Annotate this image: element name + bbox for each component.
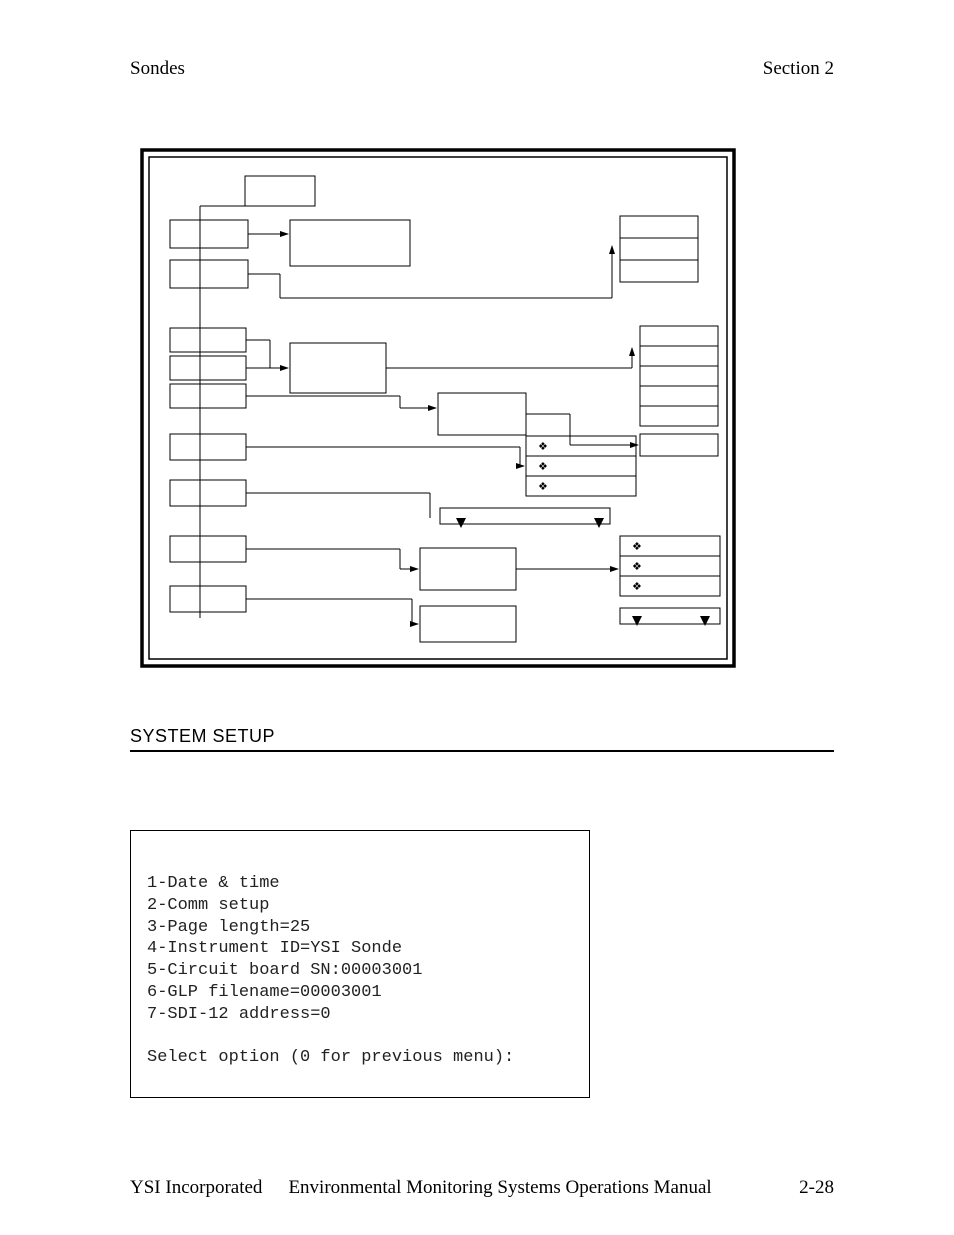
header-right: Section 2 [763,58,834,80]
menu-line-3: 3-Page length=25 [147,918,310,937]
menu-line-5: 5-Circuit board SN:00003001 [147,961,422,980]
menu-line-1: 1-Date & time [147,874,280,893]
menu-line-4: 4-Instrument ID=YSI Sonde [147,939,402,958]
system-setup-menu: 1-Date & time 2-Comm setup 3-Page length… [130,830,590,1098]
menu-line-7: 7-SDI-12 address=0 [147,1005,331,1024]
svg-text:❖: ❖ [538,481,548,493]
menu-line-2: 2-Comm setup [147,896,269,915]
svg-text:❖: ❖ [632,541,642,553]
svg-text:❖: ❖ [538,441,548,453]
menu-prompt: Select option (0 for previous menu): [147,1048,514,1067]
page-header: Sondes Section 2 [130,58,834,80]
svg-text:❖: ❖ [632,561,642,573]
footer-manual: Environmental Monitoring Systems Operati… [288,1177,711,1199]
svg-text:❖: ❖ [632,581,642,593]
footer-page-number: 2-28 [799,1177,834,1199]
header-left: Sondes [130,58,185,80]
footer-company: YSI Incorporated [130,1177,262,1199]
menu-line-6: 6-GLP filename=00003001 [147,983,382,1002]
section-heading: SYSTEM SETUP [130,726,834,752]
page-footer: YSI Incorporated Environmental Monitorin… [130,1177,834,1199]
svg-text:❖: ❖ [538,461,548,473]
flow-diagram: ❖ ❖ ❖ [140,148,834,668]
